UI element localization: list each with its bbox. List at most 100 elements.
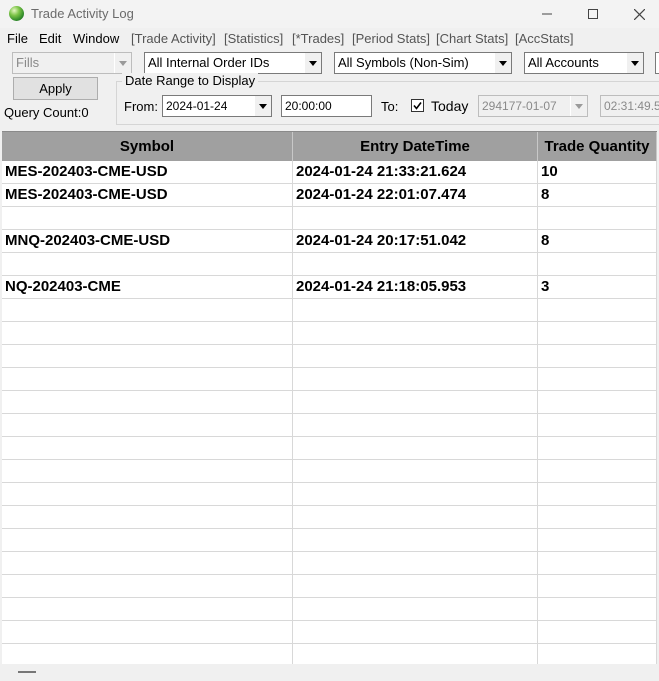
cell-symbol: MES-202403-CME-USD — [2, 184, 293, 206]
close-icon — [633, 8, 645, 20]
cell-trade-quantity: 10 — [538, 161, 657, 183]
cell-trade-quantity — [538, 460, 657, 482]
menu-bar: File Edit Window [Trade Activity] [Stati… — [0, 29, 659, 49]
menu-statistics[interactable]: [Statistics] — [224, 31, 283, 46]
cell-entry-datetime: 2024-01-24 21:18:05.953 — [293, 276, 538, 298]
menu-edit[interactable]: Edit — [39, 31, 61, 46]
cell-trade-quantity: 8 — [538, 184, 657, 206]
column-header-trade-quantity[interactable]: Trade Quantity — [538, 132, 657, 161]
table-row[interactable] — [2, 414, 657, 437]
menu-file[interactable]: File — [7, 31, 28, 46]
cell-entry-datetime — [293, 529, 538, 551]
accounts-select[interactable]: All Accounts — [524, 52, 644, 74]
accounts-select-value: All Accounts — [528, 55, 599, 70]
from-date-picker[interactable]: 2024-01-24 — [162, 95, 272, 117]
symbols-select[interactable]: All Symbols (Non-Sim) — [334, 52, 512, 74]
table-row[interactable] — [2, 460, 657, 483]
chevron-down-icon — [254, 96, 271, 116]
cell-symbol — [2, 506, 293, 528]
minimize-button[interactable] — [524, 0, 570, 28]
symbols-select-value: All Symbols (Non-Sim) — [338, 55, 469, 70]
cell-entry-datetime — [293, 552, 538, 574]
cell-trade-quantity — [538, 506, 657, 528]
menu-period-stats[interactable]: [Period Stats] — [352, 31, 430, 46]
maximize-button[interactable] — [570, 0, 616, 28]
extra-select-edge[interactable] — [655, 52, 659, 74]
fills-select[interactable]: Fills — [12, 52, 132, 74]
cell-symbol: MES-202403-CME-USD — [2, 161, 293, 183]
table-row[interactable] — [2, 644, 657, 664]
order-ids-select[interactable]: All Internal Order IDs — [144, 52, 322, 74]
to-time-input[interactable]: 02:31:49.5 — [600, 95, 659, 117]
table-row[interactable]: NQ-202403-CME 2024-01-24 21:18:05.953 3 — [2, 276, 657, 299]
column-header-entry-datetime[interactable]: Entry DateTime — [293, 132, 538, 161]
cell-symbol — [2, 575, 293, 597]
to-date-picker[interactable]: 294177-01-07 — [478, 95, 588, 117]
table-row[interactable] — [2, 598, 657, 621]
query-count: Query Count:0 — [4, 105, 89, 120]
menu-trades[interactable]: [*Trades] — [292, 31, 344, 46]
cell-trade-quantity — [538, 529, 657, 551]
column-header-symbol[interactable]: Symbol — [2, 132, 293, 161]
table-row[interactable] — [2, 299, 657, 322]
table-row[interactable] — [2, 437, 657, 460]
cell-trade-quantity — [538, 207, 657, 229]
menu-window[interactable]: Window — [73, 31, 119, 46]
menu-accstats[interactable]: [AccStats] — [515, 31, 574, 46]
table-row[interactable]: MES-202403-CME-USD 2024-01-24 22:01:07.47… — [2, 184, 657, 207]
table-row[interactable] — [2, 575, 657, 598]
table-row[interactable] — [2, 345, 657, 368]
from-time-input[interactable]: 20:00:00 — [281, 95, 372, 117]
cell-trade-quantity — [538, 368, 657, 390]
apply-button[interactable]: Apply — [13, 77, 98, 100]
resize-grip[interactable] — [18, 671, 36, 673]
chevron-down-icon — [304, 53, 321, 73]
cell-entry-datetime — [293, 506, 538, 528]
cell-trade-quantity — [538, 437, 657, 459]
table-row[interactable] — [2, 506, 657, 529]
cell-entry-datetime — [293, 299, 538, 321]
cell-entry-datetime — [293, 437, 538, 459]
cell-trade-quantity — [538, 345, 657, 367]
cell-entry-datetime — [293, 460, 538, 482]
table-row[interactable]: MES-202403-CME-USD 2024-01-24 21:33:21.62… — [2, 161, 657, 184]
menu-trade-activity[interactable]: [Trade Activity] — [131, 31, 216, 46]
to-label: To: — [381, 99, 399, 114]
from-label: From: — [124, 99, 158, 114]
table-row[interactable] — [2, 391, 657, 414]
maximize-icon — [588, 9, 598, 19]
table-row[interactable]: MNQ-202403-CME-USD 2024-01-24 20:17:51.04… — [2, 230, 657, 253]
cell-trade-quantity: 8 — [538, 230, 657, 252]
close-button[interactable] — [616, 0, 659, 28]
window-title: Trade Activity Log — [31, 6, 134, 21]
cell-entry-datetime: 2024-01-24 20:17:51.042 — [293, 230, 538, 252]
menu-chart-stats[interactable]: [Chart Stats] — [436, 31, 508, 46]
cell-symbol — [2, 391, 293, 413]
table-row[interactable] — [2, 253, 657, 276]
from-date-value: 2024-01-24 — [166, 99, 228, 113]
cell-symbol — [2, 644, 293, 664]
cell-trade-quantity — [538, 299, 657, 321]
grid-body: MES-202403-CME-USD 2024-01-24 21:33:21.62… — [2, 161, 657, 664]
table-row[interactable] — [2, 621, 657, 644]
today-checkbox[interactable] — [411, 99, 424, 112]
table-row[interactable] — [2, 552, 657, 575]
chevron-down-icon — [626, 53, 643, 73]
table-row[interactable] — [2, 529, 657, 552]
cell-symbol — [2, 322, 293, 344]
from-time-value: 20:00:00 — [285, 99, 332, 113]
cell-symbol — [2, 253, 293, 275]
cell-entry-datetime — [293, 598, 538, 620]
cell-symbol — [2, 483, 293, 505]
cell-trade-quantity — [538, 414, 657, 436]
table-row[interactable] — [2, 322, 657, 345]
cell-symbol — [2, 299, 293, 321]
cell-symbol — [2, 414, 293, 436]
cell-entry-datetime — [293, 391, 538, 413]
app-globe-icon — [9, 6, 24, 21]
table-row[interactable] — [2, 207, 657, 230]
table-row[interactable] — [2, 483, 657, 506]
cell-trade-quantity — [538, 644, 657, 664]
cell-symbol — [2, 460, 293, 482]
table-row[interactable] — [2, 368, 657, 391]
